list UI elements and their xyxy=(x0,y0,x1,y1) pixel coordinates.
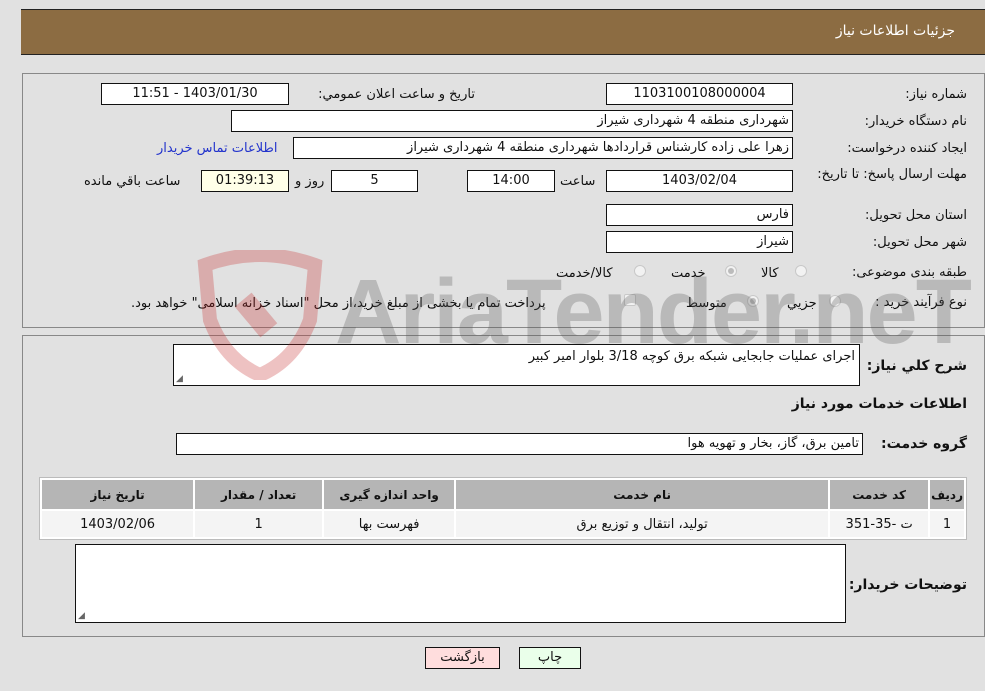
category-radio-service[interactable] xyxy=(725,265,737,277)
remaining-days-field: 5 xyxy=(331,170,418,192)
buyer-contact-link[interactable]: اطلاعات تماس خریدار xyxy=(157,141,277,156)
category-option-service: خدمت xyxy=(671,266,706,281)
description-textarea[interactable]: اجرای عملیات جابجایی شبکه برق کوچه 3/18 … xyxy=(173,344,860,386)
services-section-title: اطلاعات خدمات مورد نیاز xyxy=(791,396,967,412)
service-group-label: گروه خدمت: xyxy=(881,436,967,452)
cell-need-date: 1403/02/06 xyxy=(42,511,194,537)
col-unit: واحد اندازه گیری xyxy=(324,480,455,509)
cell-row-number: 1 xyxy=(930,511,964,537)
category-radio-goods[interactable] xyxy=(795,265,807,277)
remaining-suffix-label: ساعت باقي مانده xyxy=(84,174,181,189)
process-option-medium: متوسط xyxy=(686,296,727,311)
cell-service-code: ت -35-351 xyxy=(830,511,929,537)
announce-datetime-field[interactable]: 1403/01/30 - 11:51 xyxy=(101,83,289,105)
service-group-field[interactable]: تامین برق، گاز، بخار و تهویه هوا xyxy=(176,433,863,455)
cell-unit: فهرست بها xyxy=(324,511,455,537)
table-row: 1 ت -35-351 تولید، انتقال و توزیع برق فه… xyxy=(42,511,964,537)
page-header: جزئیات اطلاعات نیاز xyxy=(21,9,985,55)
back-button[interactable]: بازگشت xyxy=(425,647,500,669)
deadline-time-label: ساعت xyxy=(560,174,596,189)
requester-label: ایجاد کننده درخواست: xyxy=(847,141,967,156)
resize-grip-icon[interactable]: ◢ xyxy=(176,374,183,384)
col-quantity: تعداد / مقدار xyxy=(195,480,323,509)
buyer-notes-textarea[interactable]: ◢ xyxy=(75,544,846,623)
table-header-row: ردیف کد خدمت نام خدمت واحد اندازه گیری ت… xyxy=(42,480,964,509)
page-title: جزئیات اطلاعات نیاز xyxy=(835,23,955,39)
days-suffix-label: روز و xyxy=(295,174,325,189)
cell-service-name: تولید، انتقال و توزیع برق xyxy=(456,511,829,537)
treasury-note: پرداخت تمام یا بخشی از مبلغ خرید،از محل … xyxy=(131,296,546,311)
remaining-time-field: 01:39:13 xyxy=(201,170,289,192)
process-radio-medium[interactable] xyxy=(747,295,759,307)
description-label: شرح کلي نیاز: xyxy=(866,358,967,374)
col-need-date: تاریخ نیاز xyxy=(42,480,194,509)
col-row-number: ردیف xyxy=(930,480,964,509)
category-option-goods: کالا xyxy=(761,266,779,281)
col-service-name: نام خدمت xyxy=(456,480,829,509)
need-number-label: شماره نیاز: xyxy=(905,87,967,102)
buyer-org-label: نام دستگاه خریدار: xyxy=(864,114,967,129)
requester-field[interactable]: زهرا علی زاده کارشناس قراردادها شهرداری … xyxy=(293,137,793,159)
deadline-label: مهلت ارسال پاسخ: تا تاریخ: xyxy=(817,167,967,182)
services-table: ردیف کد خدمت نام خدمت واحد اندازه گیری ت… xyxy=(39,477,967,540)
col-service-code: کد خدمت xyxy=(830,480,929,509)
city-label: شهر محل تحویل: xyxy=(872,235,967,250)
cell-quantity: 1 xyxy=(195,511,323,537)
city-field[interactable]: شیراز xyxy=(606,231,793,253)
process-radio-minor[interactable] xyxy=(829,295,841,307)
province-label: استان محل تحویل: xyxy=(865,208,967,223)
process-label: نوع فرآیند خرید : xyxy=(875,295,967,310)
category-option-goods-service: کالا/خدمت xyxy=(556,266,613,281)
need-number-field[interactable]: 1103100108000004 xyxy=(606,83,793,105)
treasury-checkbox[interactable] xyxy=(624,294,636,306)
print-button[interactable]: چاپ xyxy=(519,647,581,669)
resize-grip-icon[interactable]: ◢ xyxy=(78,611,85,621)
province-field[interactable]: فارس xyxy=(606,204,793,226)
announce-datetime-label: تاریخ و ساعت اعلان عمومي: xyxy=(318,87,475,102)
buyer-notes-label: توضیحات خریدار: xyxy=(848,577,967,593)
description-text: اجرای عملیات جابجایی شبکه برق کوچه 3/18 … xyxy=(528,349,855,364)
category-radio-goods-service[interactable] xyxy=(634,265,646,277)
process-option-minor: جزیي xyxy=(787,296,817,311)
buyer-org-field[interactable]: شهرداری منطقه 4 شهرداری شیراز xyxy=(231,110,793,132)
deadline-date-field[interactable]: 1403/02/04 xyxy=(606,170,793,192)
category-label: طبقه بندی موضوعی: xyxy=(851,265,967,280)
deadline-time-field[interactable]: 14:00 xyxy=(467,170,555,192)
